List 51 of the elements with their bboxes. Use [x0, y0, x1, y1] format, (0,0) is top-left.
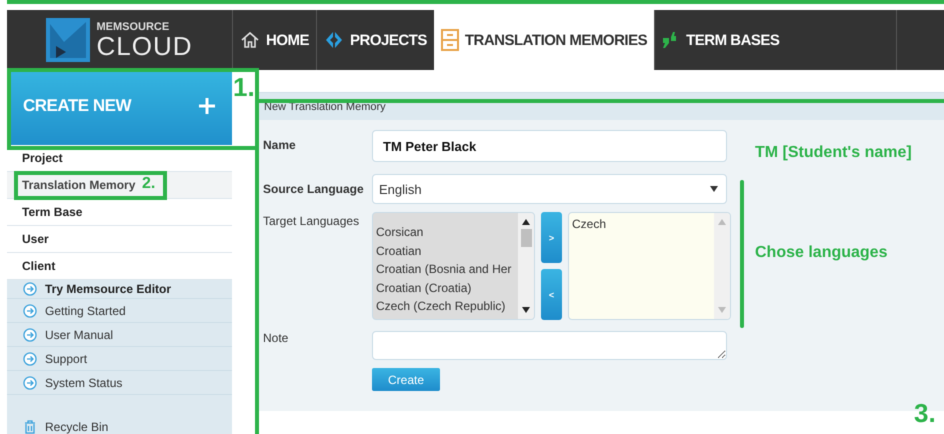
help-link[interactable]: Getting Started: [7, 299, 232, 323]
field-label: Name: [263, 137, 297, 152]
field-label: Note: [263, 331, 290, 345]
arrow-circle-icon: [23, 304, 37, 318]
step-number: 2.: [142, 176, 156, 192]
selected-languages-list[interactable]: Czech: [568, 212, 731, 320]
scrollbar-thumb[interactable]: [520, 229, 532, 247]
caret-icon: [710, 186, 718, 192]
scroll-down-icon[interactable]: [522, 307, 530, 313]
menu-item[interactable]: User: [7, 226, 232, 253]
scroll-up-icon[interactable]: [522, 219, 530, 225]
panel-title: New Translation Memory: [264, 100, 386, 112]
step-number: 3.: [914, 400, 936, 426]
language-option[interactable]: Croatian (Bosnia and Her: [376, 260, 518, 278]
menu-item[interactable]: Client: [7, 253, 232, 280]
language-option[interactable]: Corsican: [376, 223, 518, 242]
language-option[interactable]: Czech (Czech Republic): [376, 297, 518, 316]
help-link[interactable]: Try Memsource Editor: [7, 280, 232, 299]
arrow-circle-icon: [23, 352, 37, 366]
language-option[interactable]: Croatian: [376, 242, 518, 260]
available-languages-list[interactable]: Corsican Croatian Croatian (Bosnia and Her Croatian (Croatia) Czech (Czech Republic): [372, 212, 535, 320]
step-number: 1.: [233, 74, 255, 100]
cabinet-icon: [440, 29, 459, 51]
home-icon: [240, 30, 260, 50]
arrow-circle-icon: [23, 282, 37, 296]
recycle-bin-link[interactable]: Recycle Bin: [7, 415, 232, 434]
help-link[interactable]: Support: [7, 347, 232, 371]
field-label: Source Language: [263, 181, 365, 196]
help-link[interactable]: System Status: [7, 371, 232, 395]
arrow-circle-icon: [23, 328, 37, 342]
annotation-text: Chose languages: [755, 244, 888, 262]
field-label: Target Languages: [263, 213, 360, 228]
help-link[interactable]: User Manual: [7, 323, 232, 347]
logo-text: MEMSOURCE: [96, 22, 170, 32]
trash-icon: [23, 420, 37, 434]
logo-icon: [46, 18, 90, 62]
nav-tab[interactable]: TERM BASES: [654, 10, 786, 70]
nav-tab[interactable]: HOME: [232, 10, 316, 70]
nav-tab[interactable]: TRANSLATION MEMORIES: [434, 10, 654, 70]
menu-item[interactable]: Term Base: [7, 199, 232, 226]
note-field[interactable]: [372, 331, 727, 360]
annotation-text: TM [Student's name]: [755, 144, 912, 162]
source-language-select[interactable]: English: [372, 174, 727, 204]
language-option[interactable]: Czech: [572, 215, 714, 234]
arrows-icon: [324, 30, 344, 50]
arrow-circle-icon: [23, 376, 37, 390]
name-field[interactable]: TM Peter Black: [372, 130, 727, 162]
scrollbar[interactable]: [518, 213, 534, 319]
plus-icon: [198, 96, 216, 114]
language-option[interactable]: Croatian (Croatia): [376, 278, 518, 297]
logo-text: CLOUD: [96, 32, 192, 58]
